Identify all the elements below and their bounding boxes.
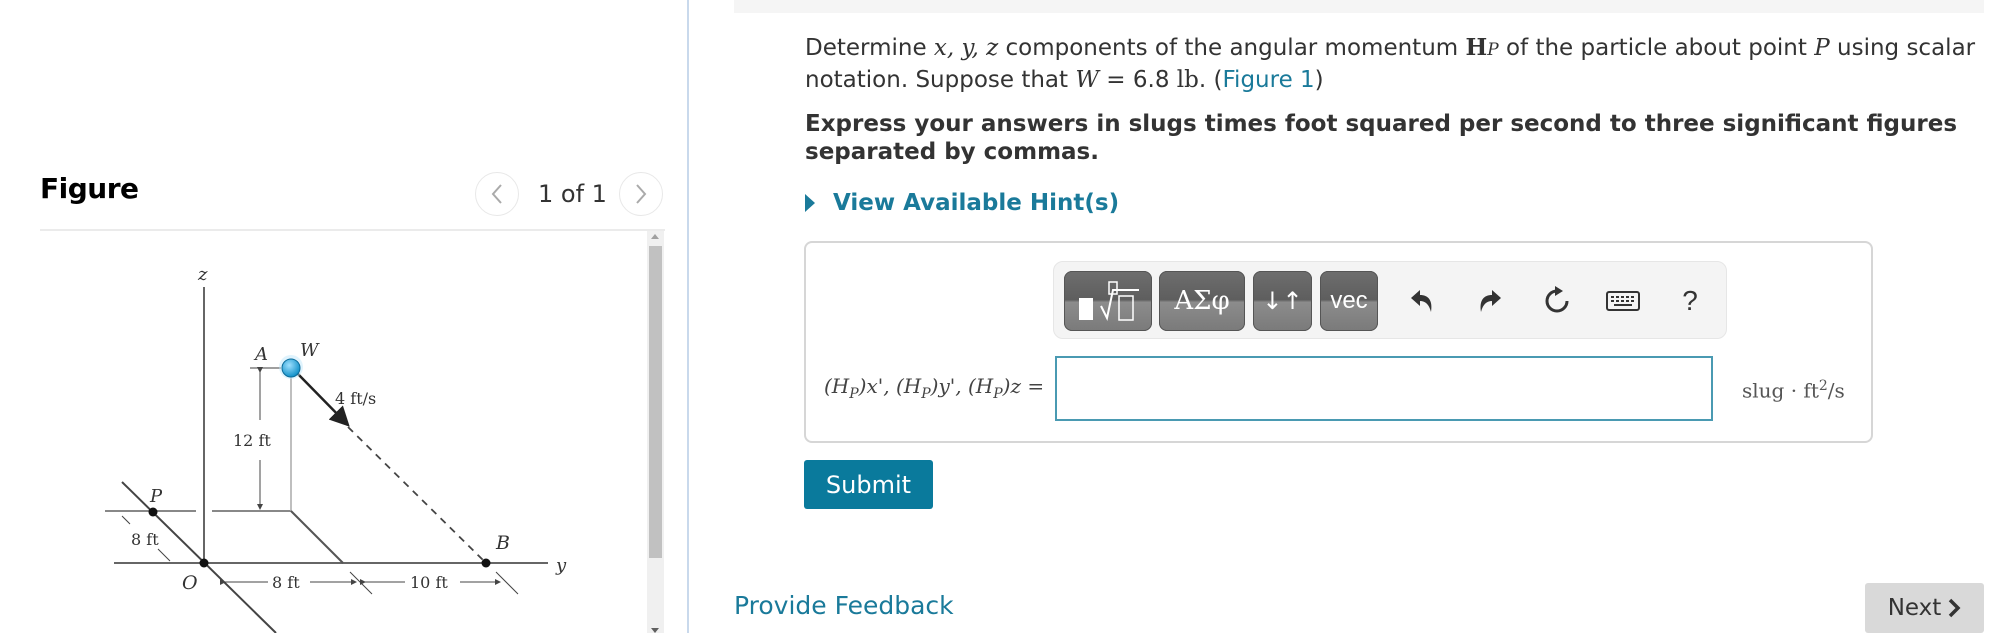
next-figure-button[interactable] xyxy=(619,172,663,216)
scrollbar-thumb[interactable] xyxy=(649,246,662,558)
answer-label: (HP)x', (HP)y', (HP)z = xyxy=(824,374,1044,402)
z-axis-label: z xyxy=(197,264,208,285)
submit-button[interactable]: Submit xyxy=(804,460,933,509)
figure-pager: 1 of 1 xyxy=(538,180,607,208)
answer-instruction: Express your answers in slugs times foot… xyxy=(805,111,1958,165)
label-b: B xyxy=(495,532,510,554)
math-h: H xyxy=(1465,34,1488,61)
question-text-part: of the particle about point xyxy=(1498,35,1815,61)
label-part: P xyxy=(921,386,931,402)
help-icon[interactable]: ? xyxy=(1673,284,1707,318)
math-lb: lb xyxy=(1176,67,1199,93)
reset-icon[interactable] xyxy=(1540,284,1574,318)
templates-button[interactable] xyxy=(1064,271,1152,331)
dim-8y-label: 8 ft xyxy=(272,573,300,592)
next-button[interactable]: Next xyxy=(1865,583,1984,633)
chevron-right-icon xyxy=(1949,598,1961,618)
question-text-part: Determine xyxy=(805,35,934,61)
chevron-left-icon xyxy=(491,184,502,204)
label-part: )z xyxy=(1002,374,1021,398)
label-o: O xyxy=(182,572,198,594)
figure-title: Figure xyxy=(40,172,139,205)
question-text-part: = 6.8 xyxy=(1099,67,1177,93)
label-part: (H xyxy=(967,374,994,398)
scroll-up-icon[interactable] xyxy=(651,234,659,239)
caret-right-icon xyxy=(805,194,815,212)
unit-exponent: 2 xyxy=(1818,378,1828,394)
label-a: A xyxy=(253,344,268,365)
x-axis xyxy=(121,481,277,633)
label-w: W xyxy=(300,340,320,361)
question-text-part: components of the angular momentum xyxy=(998,35,1466,61)
point-b xyxy=(481,558,491,568)
chevron-right-icon xyxy=(636,184,647,204)
view-hints-label: View Available Hint(s) xyxy=(833,190,1120,216)
label-part: )y', xyxy=(930,374,962,398)
velocity-label: 4 ft/s xyxy=(335,389,376,408)
y-axis-label: y xyxy=(555,555,567,576)
figure-diagram: z y 4 ft/s 12 ft A W P 8 ft O B 8 ft 10 … xyxy=(105,264,567,633)
question-text-part: ) xyxy=(1314,67,1324,93)
label-part: )x', xyxy=(858,374,890,398)
dim-10-label: 10 ft xyxy=(410,573,448,592)
unit-tail: /s xyxy=(1827,378,1845,403)
view-hints-toggle[interactable]: View Available Hint(s) xyxy=(805,190,1119,216)
dim-12-label: 12 ft xyxy=(233,431,271,450)
label-part: (H xyxy=(824,374,850,398)
math-toolbar: ΑΣφ ↓↑ vec ? xyxy=(1053,261,1727,339)
dim-tick-end xyxy=(495,571,519,595)
next-label: Next xyxy=(1887,595,1942,621)
dim-8p-label: 8 ft xyxy=(131,530,159,549)
question-text: Determine x, y, z components of the angu… xyxy=(805,33,1985,95)
particle-w xyxy=(281,358,301,378)
redo-icon[interactable] xyxy=(1473,284,1507,318)
top-bar xyxy=(734,0,1984,13)
figure-link[interactable]: Figure 1 xyxy=(1223,67,1315,93)
dim-8p-tick-bottom xyxy=(157,548,171,562)
answer-input[interactable] xyxy=(1055,356,1713,421)
point-o xyxy=(199,558,209,568)
keyboard-icon[interactable] xyxy=(1606,284,1640,318)
math-w: W xyxy=(1075,67,1099,93)
math-xyz: x, y, z xyxy=(933,35,999,61)
dim-tick-mid xyxy=(349,571,373,595)
math-h-sub: P xyxy=(1487,40,1499,60)
math-p: P xyxy=(1814,35,1830,61)
vector-button[interactable]: vec xyxy=(1320,271,1378,331)
pane-divider[interactable] xyxy=(687,0,689,633)
provide-feedback-link[interactable]: Provide Feedback xyxy=(734,591,954,620)
unit-main: slug · ft xyxy=(1742,378,1819,403)
foot-diagonal xyxy=(290,510,344,564)
label-part: (H xyxy=(895,374,922,398)
label-p: P xyxy=(149,486,163,507)
question-text-part: . ( xyxy=(1198,67,1223,93)
path-to-b xyxy=(347,426,487,564)
label-part: P xyxy=(849,386,859,402)
sort-button[interactable]: ↓↑ xyxy=(1253,271,1312,331)
label-part: P xyxy=(993,386,1003,402)
prev-figure-button[interactable] xyxy=(475,172,519,216)
figure-scrollbar[interactable] xyxy=(647,231,664,633)
greek-symbols-button[interactable]: ΑΣφ xyxy=(1159,271,1245,331)
answer-unit: slug · ft2/s xyxy=(1742,378,1845,403)
undo-icon[interactable] xyxy=(1405,284,1439,318)
point-p xyxy=(148,507,158,517)
dim-8p-tick-top xyxy=(121,515,131,525)
scroll-down-icon[interactable] xyxy=(651,628,659,633)
equals-sign: = xyxy=(1027,374,1045,398)
templates-icon xyxy=(1079,281,1139,321)
